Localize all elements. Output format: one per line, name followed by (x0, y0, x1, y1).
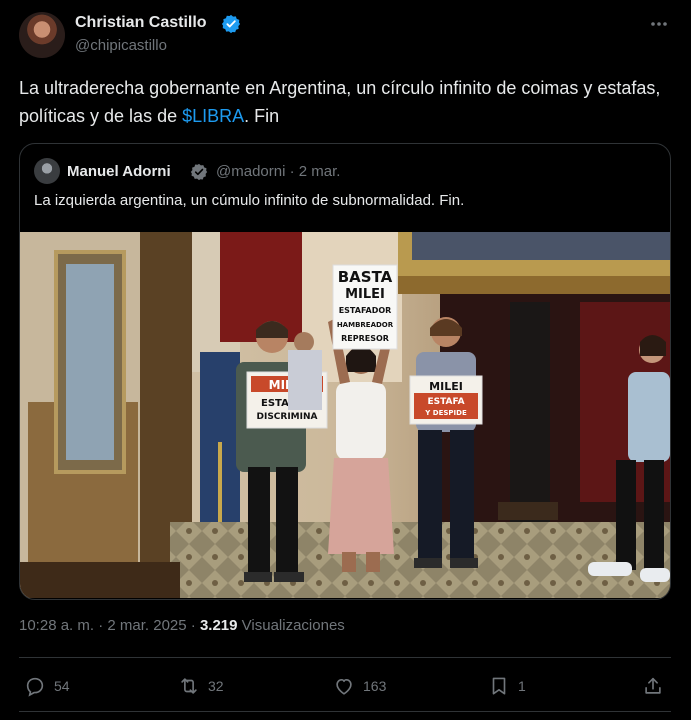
center-sign-line-3: ESTAFADOR (339, 306, 392, 315)
right-sign-line-3: Y DESPIDE (424, 409, 467, 417)
left-sign-line-3: DISCRIMINA (257, 412, 318, 422)
tweet-time[interactable]: 10:28 a. m. (19, 617, 94, 634)
author-name[interactable]: Christian Castillo (75, 14, 207, 32)
quoted-author-name[interactable]: Manuel Adorni (67, 163, 171, 180)
author-avatar[interactable] (19, 12, 65, 58)
tweet-text-after: . Fin (244, 106, 280, 126)
verified-badge-icon (221, 14, 241, 34)
right-sign-line-2: ESTAFA (427, 397, 464, 407)
bookmark-count: 1 (518, 678, 526, 694)
share-button[interactable] (642, 674, 664, 698)
repost-count: 32 (208, 678, 224, 694)
quoted-photo[interactable]: MILEI ESTAFA Y DISCRIMINA BASTA MILEI ES… (20, 232, 670, 598)
tweet-date[interactable]: 2 mar. 2025 (107, 617, 186, 634)
bookmark-icon (492, 677, 506, 695)
like-count: 163 (363, 678, 387, 694)
tweet-text-before: La ultraderecha gobernante en Argentina,… (19, 78, 661, 126)
like-icon (336, 679, 352, 695)
author-handle[interactable]: @chipicastillo (75, 37, 167, 54)
bookmark-button[interactable]: 1 (488, 674, 526, 698)
views-label: Visualizaciones (241, 617, 345, 634)
center-sign-line-2: MILEI (345, 287, 385, 302)
tweet-text: La ultraderecha gobernante en Argentina,… (19, 74, 679, 130)
more-icon[interactable] (648, 14, 670, 34)
quoted-tweet[interactable]: Manuel Adorni @madorni · 2 mar. La izqui… (19, 143, 671, 600)
tweet-meta: 10:28 a. m. · 2 mar. 2025 · 3.219 Visual… (19, 617, 345, 634)
right-sign-line-1: MILEI (429, 380, 463, 393)
center-sign-line-4: HAMBREADOR (337, 321, 394, 329)
like-button[interactable]: 163 (333, 674, 386, 698)
quoted-verified-badge-icon (190, 163, 208, 181)
center-sign-line-1: BASTA (338, 268, 393, 286)
repost-icon (181, 678, 197, 694)
quoted-date[interactable]: 2 mar. (299, 163, 341, 180)
quoted-author-avatar[interactable] (34, 158, 60, 184)
reply-button[interactable]: 54 (24, 674, 70, 698)
quoted-handle[interactable]: @madorni (216, 163, 285, 180)
divider-bottom (19, 711, 671, 712)
reply-count: 54 (54, 678, 70, 694)
share-icon (645, 677, 661, 694)
quoted-text: La izquierda argentina, un cúmulo infini… (34, 192, 465, 209)
repost-button[interactable]: 32 (178, 674, 224, 698)
divider-top (19, 657, 671, 658)
center-sign-line-5: REPRESOR (341, 334, 389, 343)
tweet[interactable]: Christian Castillo @chipicastillo La ult… (0, 0, 691, 720)
cashtag-link[interactable]: $LIBRA (182, 106, 244, 126)
reply-icon (26, 677, 44, 697)
views-count: 3.219 (199, 617, 238, 634)
quoted-meta: @madorni · 2 mar. (216, 163, 341, 180)
